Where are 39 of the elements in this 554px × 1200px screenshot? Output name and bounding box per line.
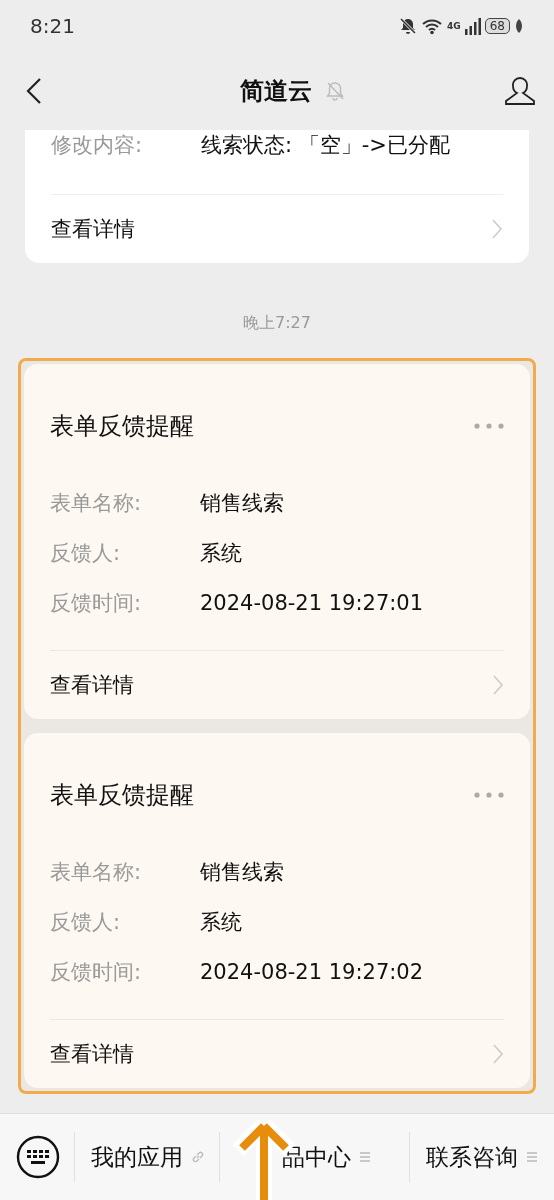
chat-title: 简道云: [240, 76, 312, 107]
card-title: 表单反馈提醒: [50, 780, 194, 811]
bell-muted-icon: [399, 17, 418, 35]
field-label: 反馈人:: [50, 540, 122, 567]
menu-button[interactable]: 我的应用: [74, 1132, 219, 1182]
person-icon[interactable]: [504, 76, 536, 106]
link-icon: [191, 1150, 205, 1164]
wifi-icon: [421, 17, 444, 35]
keyboard-icon[interactable]: [16, 1135, 60, 1179]
field-value: 2024-08-21 19:27:01: [200, 590, 424, 617]
chevron-right-icon: [491, 218, 503, 240]
status-time: 8:21: [30, 14, 75, 38]
field-value: 2024-08-21 19:27:02: [200, 959, 424, 986]
network-label: 4G: [447, 21, 461, 31]
signal-icon: [464, 17, 481, 35]
field-value: 系统: [200, 909, 242, 936]
menu-icon: [358, 1152, 371, 1162]
menu-icon: [526, 1152, 539, 1162]
field-label: 反馈人:: [50, 909, 122, 936]
field-value: 销售线索: [200, 859, 284, 886]
chevron-right-icon: [492, 1043, 504, 1065]
view-details-link[interactable]: 查看详情: [50, 650, 504, 719]
chevron-right-icon: [492, 674, 504, 696]
field-value: 线索状态: 「空」->已分配: [201, 132, 450, 159]
back-icon[interactable]: [26, 77, 42, 105]
view-details-link[interactable]: 查看详情: [50, 1019, 504, 1088]
field-label: 修改内容:: [51, 132, 144, 159]
card-title: 表单反馈提醒: [50, 411, 194, 442]
field-value: 销售线索: [200, 490, 284, 517]
timestamp: 晚上7:27: [242, 313, 312, 334]
battery-level: 68: [484, 18, 510, 34]
leaf-icon: [514, 18, 524, 34]
menu-button[interactable]: 联系咨询: [409, 1132, 554, 1182]
field-value: 系统: [200, 540, 242, 567]
field-label: 表单名称:: [50, 859, 143, 886]
field-label: 反馈时间:: [50, 590, 143, 617]
field-label: 反馈时间:: [50, 959, 143, 986]
view-details-link[interactable]: 查看详情: [51, 194, 503, 263]
field-label: 表单名称:: [50, 490, 143, 517]
